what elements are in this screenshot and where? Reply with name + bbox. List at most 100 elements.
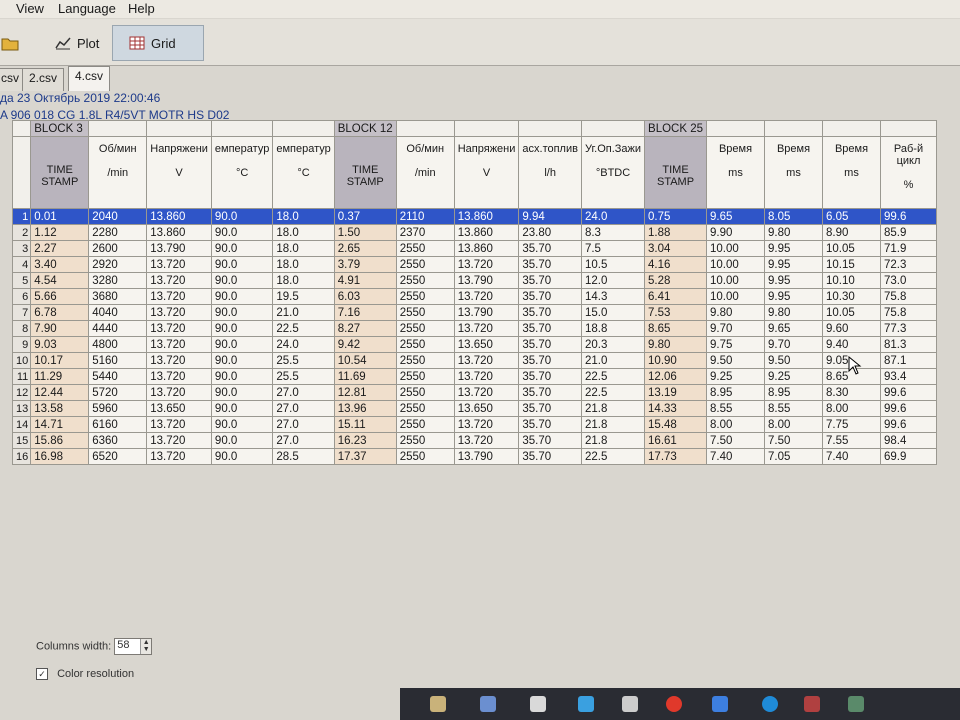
grid-cell[interactable]: 6160: [88, 416, 148, 433]
grid-cell[interactable]: 90.0: [210, 224, 274, 241]
grid-cell[interactable]: 10.5: [580, 256, 646, 273]
grid-cell[interactable]: 90.0: [210, 208, 274, 225]
grid-cell[interactable]: 13.860: [146, 224, 212, 241]
grid-cell[interactable]: 8.27: [333, 320, 397, 337]
grid-cell[interactable]: 90.0: [210, 240, 274, 257]
grid-cell[interactable]: 13.860: [453, 224, 520, 241]
grid-cell[interactable]: 35.70: [518, 432, 582, 449]
grid-cell[interactable]: 16.61: [644, 432, 708, 449]
grid-cell[interactable]: 10.00: [706, 256, 766, 273]
table-row[interactable]: 1 0.01 2040 13.860 90.0 18.0 0.37 2110 13.860 9.9…: [11, 208, 938, 225]
grid-cell[interactable]: 4.91: [333, 272, 397, 289]
grid-cell[interactable]: 6520: [88, 448, 148, 465]
grid-cell[interactable]: 99.6: [880, 208, 938, 225]
table-row[interactable]: 4 3.40 2920 13.720 90.0 18.0 3.79 2550 13.720 35.…: [11, 256, 938, 273]
grid-cell[interactable]: 90.0: [210, 448, 274, 465]
grid-cell[interactable]: 13.720: [146, 384, 212, 401]
grid-cell[interactable]: 13.720: [453, 288, 520, 305]
grid-cell[interactable]: 10.00: [706, 288, 766, 305]
grid-cell[interactable]: 12.44: [30, 384, 90, 401]
grid-cell[interactable]: 9.95: [764, 240, 824, 257]
grid-cell[interactable]: 9.80: [706, 304, 766, 321]
grid-cell[interactable]: 18.0: [272, 224, 335, 241]
grid-cell[interactable]: 8.65: [644, 320, 708, 337]
grid-cell[interactable]: 20.3: [580, 336, 646, 353]
grid-cell[interactable]: 2550: [395, 272, 455, 289]
grid-cell[interactable]: 2550: [395, 288, 455, 305]
grid-cell[interactable]: 2920: [88, 256, 148, 273]
grid-cell[interactable]: 7.90: [30, 320, 90, 337]
grid-cell[interactable]: 13.720: [146, 288, 212, 305]
grid-cell[interactable]: 8.05: [764, 208, 824, 225]
grid-cell[interactable]: 13.720: [453, 384, 520, 401]
row-number[interactable]: 10: [11, 352, 32, 369]
grid-cell[interactable]: 85.9: [880, 224, 938, 241]
grid-cell[interactable]: 15.0: [580, 304, 646, 321]
grid-cell[interactable]: 90.0: [210, 336, 274, 353]
grid-cell[interactable]: 0.01: [30, 208, 90, 225]
grid-cell[interactable]: 77.3: [880, 320, 938, 337]
grid-cell[interactable]: 2550: [395, 256, 455, 273]
grid-cell[interactable]: 8.55: [764, 400, 824, 417]
grid-cell[interactable]: 8.30: [822, 384, 882, 401]
row-number[interactable]: 8: [11, 320, 32, 337]
grid-cell[interactable]: 13.860: [146, 208, 212, 225]
column-header[interactable]: Время ms: [706, 136, 766, 209]
grid-cell[interactable]: 90.0: [210, 400, 274, 417]
table-row[interactable]: 10 10.17 5160 13.720 90.0 25.5 10.54 2550 13.720…: [11, 352, 938, 369]
grid-cell[interactable]: 13.790: [453, 448, 520, 465]
grid-cell[interactable]: 90.0: [210, 368, 274, 385]
grid-cell[interactable]: 3280: [88, 272, 148, 289]
grid-cell[interactable]: 10.05: [822, 240, 882, 257]
grid-cell[interactable]: 35.70: [518, 304, 582, 321]
grid-cell[interactable]: 7.40: [706, 448, 766, 465]
grid-cell[interactable]: 35.70: [518, 272, 582, 289]
column-header[interactable]: TIME STAMP: [644, 136, 708, 209]
grid-cell[interactable]: 11.69: [333, 368, 397, 385]
column-header[interactable]: Напряжени V: [453, 136, 520, 209]
grid-cell[interactable]: 3680: [88, 288, 148, 305]
grid-cell[interactable]: 8.55: [706, 400, 766, 417]
tab-4-csv[interactable]: 4.csv: [68, 66, 111, 91]
grid-cell[interactable]: 2.65: [333, 240, 397, 257]
grid-cell[interactable]: 21.8: [580, 416, 646, 433]
grid-cell[interactable]: 1.88: [644, 224, 708, 241]
table-row[interactable]: 13 13.58 5960 13.650 90.0 27.0 13.96 2550 13.650…: [11, 400, 938, 417]
grid-cell[interactable]: 21.0: [580, 352, 646, 369]
grid-cell[interactable]: 7.16: [333, 304, 397, 321]
grid-cell[interactable]: 35.70: [518, 368, 582, 385]
grid-cell[interactable]: 90.0: [210, 272, 274, 289]
grid-cell[interactable]: 17.37: [333, 448, 397, 465]
grid-cell[interactable]: 9.95: [764, 288, 824, 305]
grid-cell[interactable]: 2550: [395, 240, 455, 257]
grid-cell[interactable]: 14.71: [30, 416, 90, 433]
grid-cell[interactable]: 13.96: [333, 400, 397, 417]
grid-cell[interactable]: 2550: [395, 352, 455, 369]
app-icon-2[interactable]: [578, 696, 594, 712]
grid-cell[interactable]: 2550: [395, 416, 455, 433]
vcds-icon[interactable]: [804, 696, 820, 712]
menu-view[interactable]: View: [16, 1, 44, 16]
grid-cell[interactable]: 2550: [395, 304, 455, 321]
grid-cell[interactable]: 12.06: [644, 368, 708, 385]
grid-cell[interactable]: 13.790: [146, 240, 212, 257]
grid-cell[interactable]: 13.720: [453, 256, 520, 273]
grid-cell[interactable]: 7.55: [822, 432, 882, 449]
grid-cell[interactable]: 5.66: [30, 288, 90, 305]
grid-cell[interactable]: 2550: [395, 400, 455, 417]
grid-cell[interactable]: 13.720: [146, 432, 212, 449]
column-header[interactable]: Об/мин/min: [395, 136, 455, 209]
grid-cell[interactable]: 13.720: [453, 416, 520, 433]
grid-cell[interactable]: 99.6: [880, 384, 938, 401]
grid-cell[interactable]: 3.40: [30, 256, 90, 273]
grid-cell[interactable]: 0.75: [644, 208, 708, 225]
grid-cell[interactable]: 13.860: [453, 240, 520, 257]
row-number[interactable]: 4: [11, 256, 32, 273]
grid-cell[interactable]: 6.78: [30, 304, 90, 321]
plot-button[interactable]: Plot: [50, 25, 112, 61]
grid-cell[interactable]: 98.4: [880, 432, 938, 449]
grid-cell[interactable]: 6360: [88, 432, 148, 449]
grid-cell[interactable]: 9.50: [706, 352, 766, 369]
grid-cell[interactable]: 2600: [88, 240, 148, 257]
row-number[interactable]: 13: [11, 400, 32, 417]
